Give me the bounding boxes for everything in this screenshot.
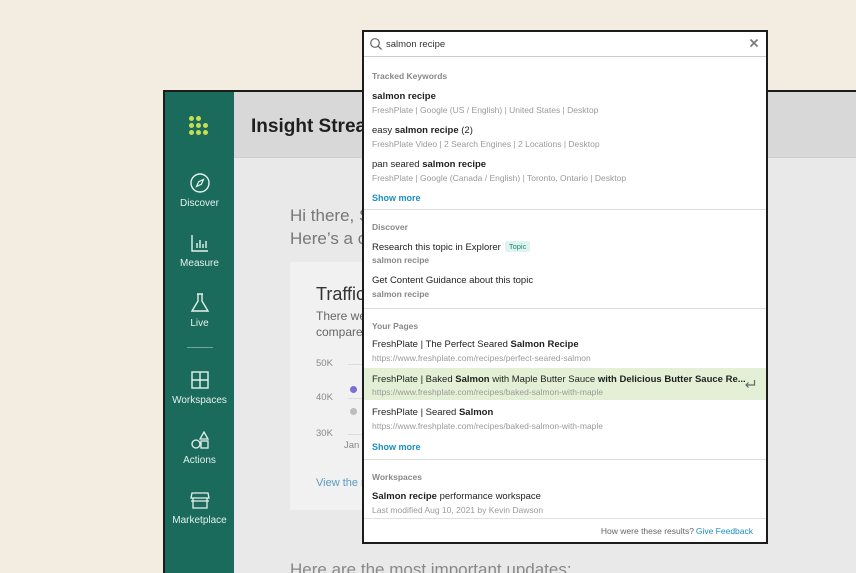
close-icon[interactable] — [748, 37, 760, 49]
page-url: https://www.freshplate.com/recipes/baked… — [372, 387, 604, 397]
card-title: Traffic — [316, 284, 366, 304]
nav-item-actions[interactable]: Actions — [165, 429, 234, 466]
compass-icon — [189, 173, 210, 193]
series-dot — [350, 386, 357, 393]
discover-result[interactable]: Research this topic in Explorer Topic sal… — [364, 238, 766, 268]
updates-heading: Here are the most important updates: — [290, 560, 572, 573]
show-more-keywords-link[interactable]: Show more — [372, 193, 421, 203]
section-heading-discover: Discover — [372, 222, 408, 232]
enter-key-icon — [745, 380, 756, 388]
search-input[interactable] — [386, 36, 736, 53]
page-url: https://www.freshplate.com/recipes/perfe… — [372, 353, 591, 363]
keyword-result[interactable]: salmon recipe FreshPlate | Google (US / … — [364, 88, 766, 118]
discover-title: Get Content Guidance about this topic — [372, 275, 534, 286]
search-bar — [364, 32, 766, 57]
nav-item-measure[interactable]: Measure — [165, 232, 234, 269]
bar-chart-icon — [190, 235, 208, 252]
popup-footer: How were these results? Give Feedback — [364, 518, 766, 542]
logo-icon[interactable] — [189, 116, 211, 136]
page-title-result: FreshPlate | Baked Salmon with Maple But… — [372, 374, 746, 385]
keyword-result[interactable]: pan seared salmon recipe FreshPlate | Go… — [364, 156, 766, 186]
divider — [364, 209, 766, 210]
grid-icon — [190, 371, 209, 389]
page-title-result: FreshPlate | Seared Salmon — [372, 407, 494, 418]
page-title-result: FreshPlate | The Perfect Seared Salmon R… — [372, 339, 579, 350]
view-report-link[interactable]: View the r — [316, 477, 365, 489]
page-url: https://www.freshplate.com/recipes/baked… — [372, 421, 604, 431]
greeting: Hi there, S Here’s a c — [290, 204, 370, 250]
card-subtitle: There we compare — [316, 308, 366, 340]
keyword-title: pan seared salmon recipe — [372, 159, 487, 170]
page-title: Insight Strea — [251, 116, 367, 137]
keyword-title: salmon recipe — [372, 91, 436, 102]
show-more-pages-link[interactable]: Show more — [372, 442, 421, 452]
workspace-result[interactable]: Salmon recipe performance workspace Last… — [364, 488, 766, 518]
keyword-title: easy salmon recipe (2) — [372, 125, 473, 136]
keyword-meta: FreshPlate Video | 2 Search Engines | 2 … — [372, 139, 600, 149]
nav-item-marketplace[interactable]: Marketplace — [165, 489, 234, 526]
nav-divider — [187, 347, 213, 348]
feedback-question: How were these results? — [600, 526, 694, 536]
divider — [364, 459, 766, 460]
keyword-meta: FreshPlate | Google (US / English) | Uni… — [372, 105, 599, 115]
topic-badge: Topic — [504, 241, 531, 252]
nav-label: Live — [190, 318, 209, 329]
sidebar: Discover Measure Live Workspaces Actions… — [165, 92, 234, 573]
nav-item-discover[interactable]: Discover — [165, 172, 234, 209]
y-tick-label: 40K — [316, 392, 333, 403]
workspace-meta: Last modified Aug 10, 2021 by Kevin Daws… — [372, 505, 544, 515]
divider — [364, 308, 766, 309]
nav-item-workspaces[interactable]: Workspaces — [165, 369, 234, 406]
section-heading-tracked: Tracked Keywords — [372, 71, 448, 81]
section-heading-pages: Your Pages — [372, 321, 419, 331]
card-subtitle-line: There we — [316, 309, 367, 323]
card-subtitle-line: compare — [316, 325, 363, 339]
discover-result[interactable]: Get Content Guidance about this topic sa… — [364, 272, 766, 302]
greeting-line: Hi there, S — [290, 206, 371, 225]
nav-label: Marketplace — [172, 515, 227, 526]
nav-item-live[interactable]: Live — [165, 292, 234, 329]
greeting-line: Here’s a c — [290, 229, 367, 248]
keyword-result[interactable]: easy salmon recipe (2) FreshPlate Video … — [364, 122, 766, 152]
keyword-meta: FreshPlate | Google (Canada / English) |… — [372, 173, 627, 183]
discover-sub: salmon recipe — [372, 289, 430, 299]
flask-icon — [190, 293, 209, 312]
nav-label: Workspaces — [172, 395, 227, 406]
page-result-highlighted[interactable]: FreshPlate | Baked Salmon with Maple But… — [364, 368, 766, 400]
section-heading-workspaces: Workspaces — [372, 472, 422, 482]
x-tick-label: Jan — [344, 440, 360, 451]
store-icon — [189, 492, 210, 509]
search-icon — [370, 38, 382, 50]
search-popup: Tracked Keywords salmon recipe FreshPlat… — [362, 30, 768, 544]
nav-label: Measure — [180, 258, 219, 269]
give-feedback-link[interactable]: Give Feedback — [696, 526, 753, 536]
shapes-icon — [190, 430, 209, 449]
series-dot — [350, 408, 357, 415]
discover-sub: salmon recipe — [372, 255, 430, 265]
y-tick-label: 50K — [316, 358, 333, 369]
nav-label: Actions — [183, 455, 216, 466]
y-tick-label: 30K — [316, 428, 333, 439]
discover-title: Research this topic in Explorer Topic — [372, 241, 531, 253]
page-result[interactable]: FreshPlate | Seared Salmon https://www.f… — [364, 404, 766, 434]
page-result[interactable]: FreshPlate | The Perfect Seared Salmon R… — [364, 336, 766, 366]
nav-label: Discover — [180, 198, 219, 209]
workspace-title: Salmon recipe performance workspace — [372, 491, 541, 502]
